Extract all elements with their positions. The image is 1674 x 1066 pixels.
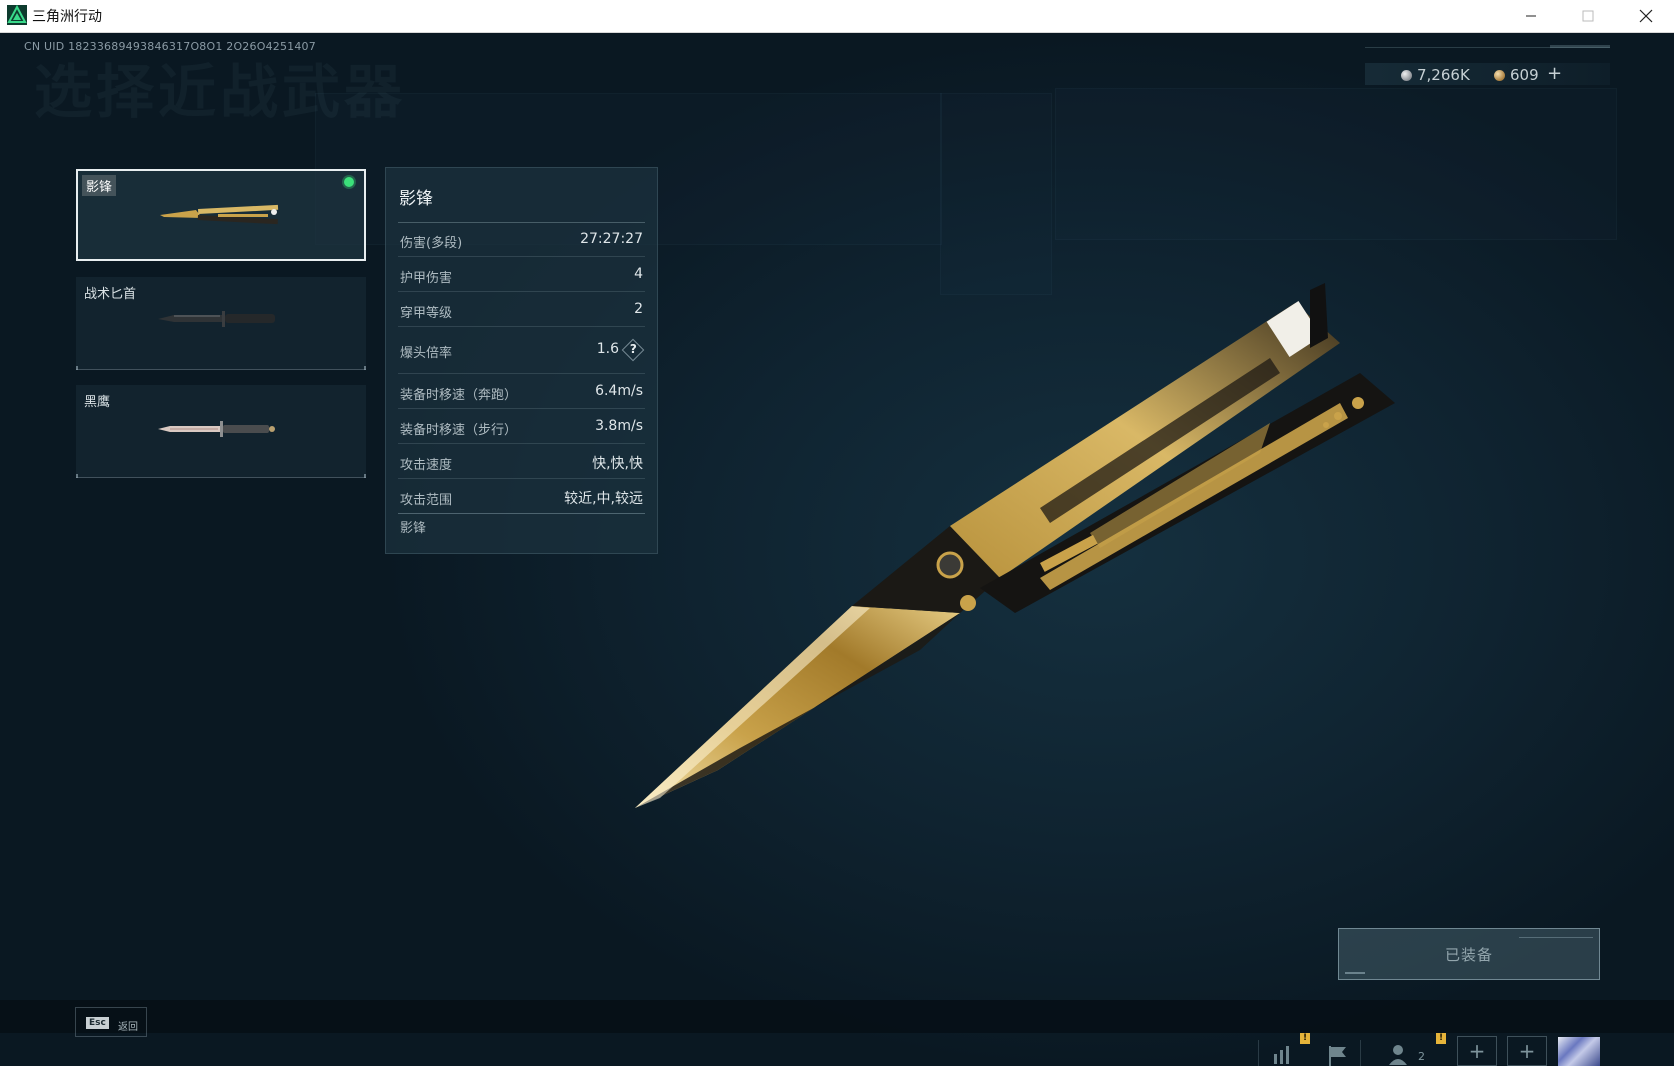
- back-button[interactable]: Esc 返回: [75, 1007, 147, 1037]
- butterfly-knife-thumbnail: [160, 204, 279, 225]
- weapon-card-black-hawk[interactable]: 黑鹰: [76, 385, 366, 478]
- game-viewport: CN UID 18233689493846317O8O1 2O26O425140…: [0, 33, 1674, 1066]
- notification-badge: !: [1436, 1033, 1446, 1044]
- stat-row-attack-speed: 攻击速度 快,快,快: [398, 445, 645, 479]
- stats-chart-icon[interactable]: [1272, 1042, 1300, 1064]
- minimize-button[interactable]: [1503, 0, 1559, 32]
- stat-label: 装备时移速（步行）: [400, 423, 518, 438]
- background-panel: [1055, 88, 1617, 240]
- silver-coin-icon: [1401, 70, 1412, 81]
- butterfly-knife-model: [635, 283, 1395, 808]
- bottom-separator: [1360, 1040, 1361, 1066]
- stat-row-damage: 伤害(多段) 27:27:27: [398, 223, 645, 257]
- black-hawk-thumbnail: [158, 421, 275, 437]
- button-decoration: [1345, 972, 1365, 974]
- stat-row-run-speed: 装备时移速（奔跑） 6.4m/s: [398, 375, 645, 409]
- avatar[interactable]: [1558, 1037, 1600, 1066]
- weapon-card-shadow-blade[interactable]: 影锋: [76, 169, 366, 261]
- friends-icon[interactable]: [1388, 1043, 1416, 1065]
- add-squad-slot-button[interactable]: +: [1457, 1036, 1497, 1066]
- app-logo-icon: [7, 5, 27, 25]
- add-currency-button[interactable]: +: [1547, 63, 1562, 84]
- weapon-name: 战术匕首: [84, 287, 137, 302]
- stat-row-attack-range: 攻击范围 较近,中,较远: [398, 480, 645, 514]
- card-divider: [76, 366, 366, 370]
- stat-value: 27:27:27: [580, 231, 643, 247]
- maximize-icon: [1582, 10, 1594, 22]
- notification-badge: !: [1300, 1033, 1310, 1044]
- esc-key-hint: Esc: [86, 1017, 109, 1029]
- gold-coin-icon: [1494, 70, 1505, 81]
- stat-row-walk-speed: 装备时移速（步行） 3.8m/s: [398, 410, 645, 444]
- gold-currency-value: 609: [1510, 66, 1539, 84]
- background-panel: [940, 93, 1052, 295]
- stat-label: 穿甲等级: [400, 306, 453, 321]
- stat-row-penetration-level: 穿甲等级 2: [398, 293, 645, 327]
- weapon-name: 影锋: [82, 175, 117, 196]
- card-divider: [76, 474, 366, 478]
- weapon-card-tactical-dagger[interactable]: 战术匕首: [76, 277, 366, 370]
- equipped-indicator: [344, 177, 354, 187]
- stat-label: 攻击速度: [400, 458, 453, 473]
- weapon-name: 黑鹰: [84, 395, 111, 410]
- stat-row-armor-damage: 护甲伤害 4: [398, 258, 645, 292]
- stat-label: 攻击范围: [400, 493, 453, 508]
- stat-row-headshot-multiplier: 爆头倍率 1.6 ?: [398, 328, 645, 374]
- window-title: 三角洲行动: [32, 9, 102, 25]
- close-button[interactable]: [1618, 0, 1674, 32]
- stat-label: 伤害(多段): [400, 236, 463, 251]
- top-divider-accent: [1550, 45, 1610, 48]
- tactical-dagger-thumbnail: [158, 311, 275, 327]
- button-decoration: [1519, 937, 1593, 938]
- minimize-icon: [1526, 15, 1536, 17]
- add-squad-slot-button[interactable]: +: [1507, 1036, 1547, 1066]
- page-title: 选择近战武器: [34, 58, 407, 126]
- window-titlebar: 三角洲行动: [0, 0, 1674, 33]
- flag-icon[interactable]: [1326, 1044, 1354, 1066]
- stat-label: 爆头倍率: [400, 346, 453, 361]
- stat-label: 护甲伤害: [400, 271, 453, 286]
- back-label: 返回: [118, 1022, 138, 1033]
- stats-title: 影锋: [399, 189, 433, 209]
- equipped-button[interactable]: 已装备: [1338, 928, 1600, 980]
- weapon-description: 影锋: [400, 521, 427, 536]
- silver-currency-value: 7,266K: [1417, 66, 1470, 84]
- bottom-bar: Esc 返回: [0, 1000, 1674, 1037]
- stat-value: 1.6: [596, 341, 619, 357]
- weapon-stats-panel: 影锋 伤害(多段) 27:27:27 护甲伤害 4 穿甲等级 2 爆头倍率 1.…: [385, 167, 658, 554]
- close-icon: [1639, 9, 1653, 23]
- friend-count: 2: [1418, 1050, 1425, 1063]
- stat-label: 装备时移速（奔跑）: [400, 388, 518, 403]
- equipped-button-label: 已装备: [1444, 946, 1493, 964]
- bottom-separator: [1258, 1040, 1259, 1066]
- maximize-button[interactable]: [1560, 0, 1616, 32]
